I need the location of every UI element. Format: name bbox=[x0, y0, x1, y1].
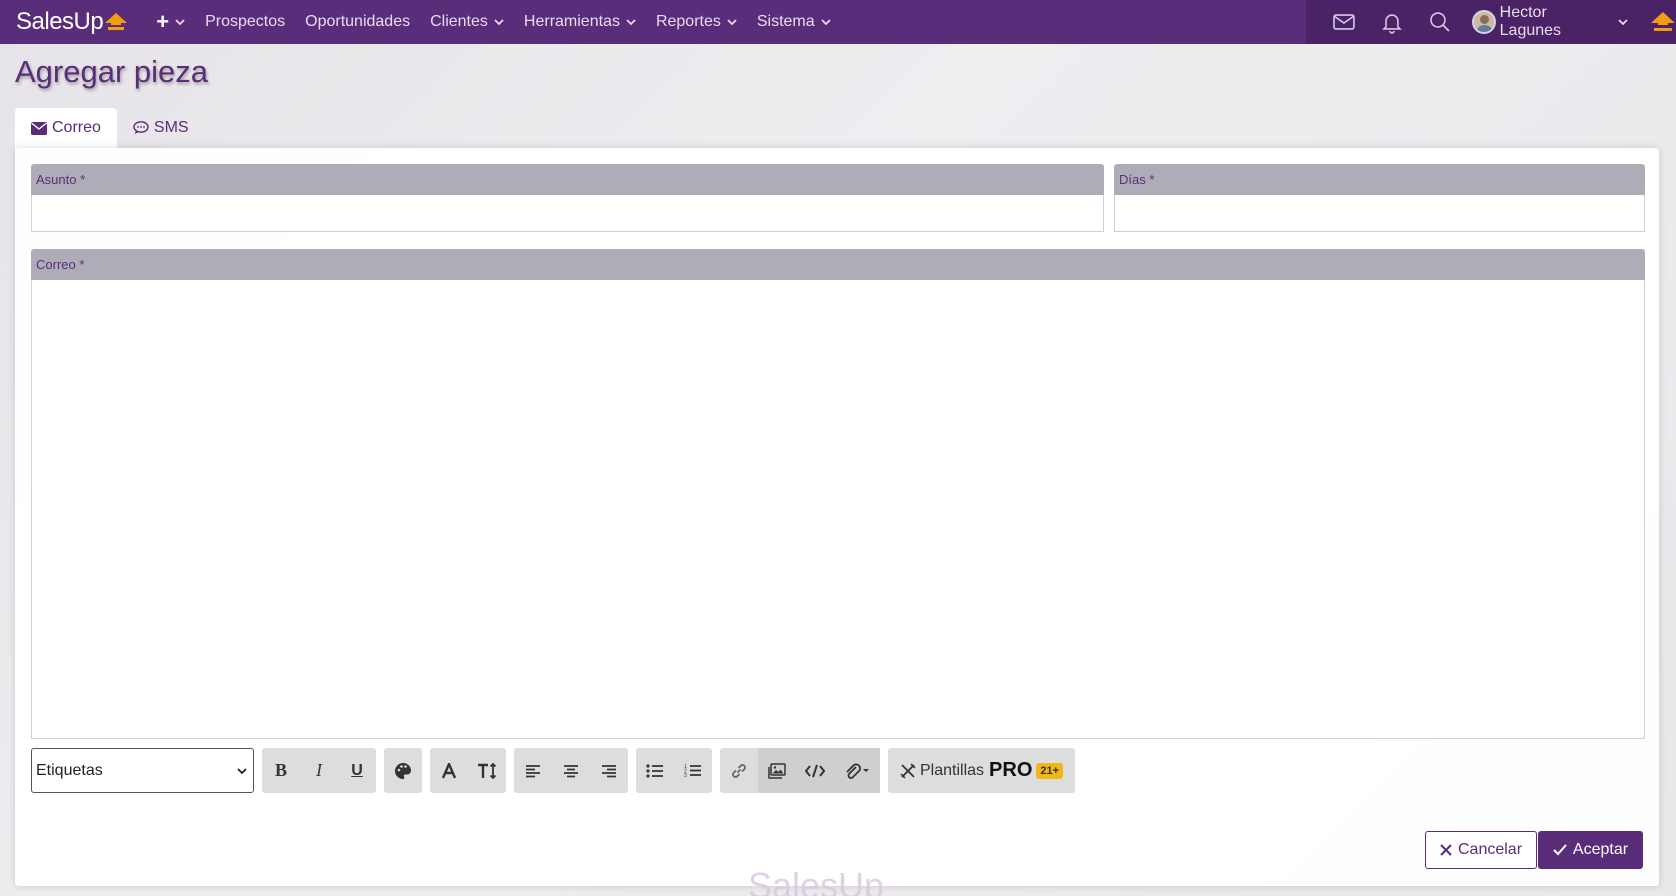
tab-correo[interactable]: Correo bbox=[15, 108, 117, 148]
text-height-icon bbox=[478, 762, 497, 779]
cancel-label: Cancelar bbox=[1457, 841, 1523, 858]
font-group bbox=[430, 748, 506, 793]
numbered-list-button[interactable]: 1 2 3 bbox=[674, 748, 712, 793]
tags-select[interactable]: Etiquetas bbox=[31, 748, 254, 793]
user-menu[interactable]: Hector Lagunes bbox=[1471, 4, 1628, 40]
page-title: Agregar pieza bbox=[15, 54, 209, 89]
subject-label: Asunto * bbox=[31, 164, 1104, 195]
chevron-down-icon bbox=[1618, 19, 1628, 26]
code-button[interactable] bbox=[796, 748, 834, 793]
align-center-button[interactable] bbox=[552, 748, 590, 793]
chevron-down-icon bbox=[494, 19, 504, 26]
numbered-list-icon: 1 2 3 bbox=[684, 764, 701, 778]
font-button[interactable] bbox=[430, 748, 468, 793]
font-icon bbox=[441, 762, 457, 778]
tab-label: Correo bbox=[52, 119, 101, 136]
salesup-logo[interactable]: SalesUp bbox=[16, 8, 128, 36]
salesup-arrow-icon[interactable] bbox=[1650, 11, 1676, 33]
align-left-icon bbox=[526, 764, 540, 777]
user-name: Hector Lagunes bbox=[1499, 4, 1562, 39]
nav-prospectos[interactable]: Prospectos bbox=[195, 0, 295, 44]
templates-pro-button[interactable]: Plantillas PRO 21+ bbox=[888, 748, 1076, 793]
close-icon bbox=[1440, 844, 1452, 856]
logo-text: SalesUp bbox=[16, 8, 104, 35]
palette-button[interactable] bbox=[384, 748, 422, 793]
nav-herramientas[interactable]: Herramientas bbox=[514, 0, 646, 44]
link-icon bbox=[732, 763, 746, 778]
form-panel: Asunto * Días * Correo * Etiquetas B I U bbox=[15, 148, 1659, 886]
design-tools-icon bbox=[900, 762, 916, 779]
days-input[interactable] bbox=[1114, 195, 1645, 232]
nav-reportes[interactable]: Reportes bbox=[646, 0, 747, 44]
subject-input[interactable] bbox=[31, 195, 1104, 232]
chevron-down-icon bbox=[626, 19, 636, 26]
nav-label: Clientes bbox=[430, 13, 488, 30]
chevron-down-icon bbox=[821, 19, 831, 26]
chevron-down-icon bbox=[175, 19, 185, 26]
footer-watermark-logo: SalesUp bbox=[748, 865, 885, 896]
nav-label: Sistema bbox=[756, 13, 815, 30]
templates-pro-label: PRO bbox=[989, 759, 1033, 781]
topbar-tools: Hector Lagunes bbox=[1306, 0, 1676, 44]
cancel-button[interactable]: Cancelar bbox=[1425, 831, 1537, 869]
insert-group bbox=[720, 748, 880, 793]
chevron-down-icon bbox=[727, 19, 737, 26]
align-center-icon bbox=[564, 764, 578, 777]
underline-button[interactable]: U bbox=[338, 748, 376, 793]
logo-arrow-icon bbox=[105, 13, 128, 30]
color-group bbox=[384, 748, 422, 793]
templates-count-badge: 21+ bbox=[1036, 762, 1064, 779]
email-body-editor[interactable] bbox=[31, 280, 1645, 739]
plus-icon: + bbox=[156, 9, 170, 34]
envelope-icon bbox=[31, 121, 47, 135]
bold-button[interactable]: B bbox=[262, 748, 300, 793]
mail-icon[interactable] bbox=[1332, 10, 1356, 34]
accept-label: Aceptar bbox=[1572, 841, 1629, 858]
bullet-list-icon bbox=[646, 763, 663, 778]
search-icon[interactable] bbox=[1428, 10, 1452, 34]
nav-oportunidades[interactable]: Oportunidades bbox=[295, 0, 420, 44]
chat-icon bbox=[133, 121, 149, 134]
channel-tabs: Correo SMS bbox=[15, 108, 205, 148]
main-nav: + Prospectos Oportunidades Clientes Herr… bbox=[146, 0, 840, 44]
svg-text:3: 3 bbox=[684, 773, 687, 778]
check-icon bbox=[1553, 844, 1567, 856]
nav-sistema[interactable]: Sistema bbox=[747, 0, 841, 44]
nav-label: Herramientas bbox=[523, 13, 620, 30]
nav-label: Prospectos bbox=[205, 13, 286, 30]
palette-icon bbox=[395, 762, 411, 779]
nav-label: Oportunidades bbox=[305, 13, 411, 30]
align-right-button[interactable] bbox=[590, 748, 628, 793]
text-height-button[interactable] bbox=[468, 748, 506, 793]
editor-toolbar: Etiquetas B I U 1 2 3 Plantillas PRO 21+ bbox=[31, 748, 1076, 793]
email-body-label: Correo * bbox=[31, 249, 1645, 280]
paperclip-icon bbox=[846, 763, 869, 779]
italic-button[interactable]: I bbox=[300, 748, 338, 793]
image-icon bbox=[768, 762, 786, 779]
avatar bbox=[1471, 10, 1496, 34]
align-left-button[interactable] bbox=[514, 748, 552, 793]
nav-label: Reportes bbox=[655, 13, 721, 30]
align-group bbox=[514, 748, 628, 793]
align-right-icon bbox=[602, 764, 616, 777]
chevron-down-icon bbox=[237, 767, 247, 774]
list-group: 1 2 3 bbox=[636, 748, 712, 793]
link-button[interactable] bbox=[720, 748, 758, 793]
accept-button[interactable]: Aceptar bbox=[1538, 831, 1643, 869]
image-button[interactable] bbox=[758, 748, 796, 793]
format-group: B I U bbox=[262, 748, 376, 793]
bullet-list-button[interactable] bbox=[636, 748, 674, 793]
top-navbar: SalesUp + Prospectos Oportunidades Clien… bbox=[0, 0, 1676, 44]
tab-sms[interactable]: SMS bbox=[117, 108, 205, 148]
tab-label: SMS bbox=[153, 119, 189, 136]
templates-label: Plantillas bbox=[920, 761, 985, 779]
quick-add-menu[interactable]: + bbox=[146, 0, 195, 44]
bell-icon[interactable] bbox=[1380, 10, 1404, 34]
tags-select-value: Etiquetas bbox=[36, 761, 103, 779]
nav-clientes[interactable]: Clientes bbox=[420, 0, 514, 44]
days-label: Días * bbox=[1114, 164, 1645, 195]
code-icon bbox=[805, 764, 825, 777]
attachment-button[interactable] bbox=[834, 748, 880, 793]
